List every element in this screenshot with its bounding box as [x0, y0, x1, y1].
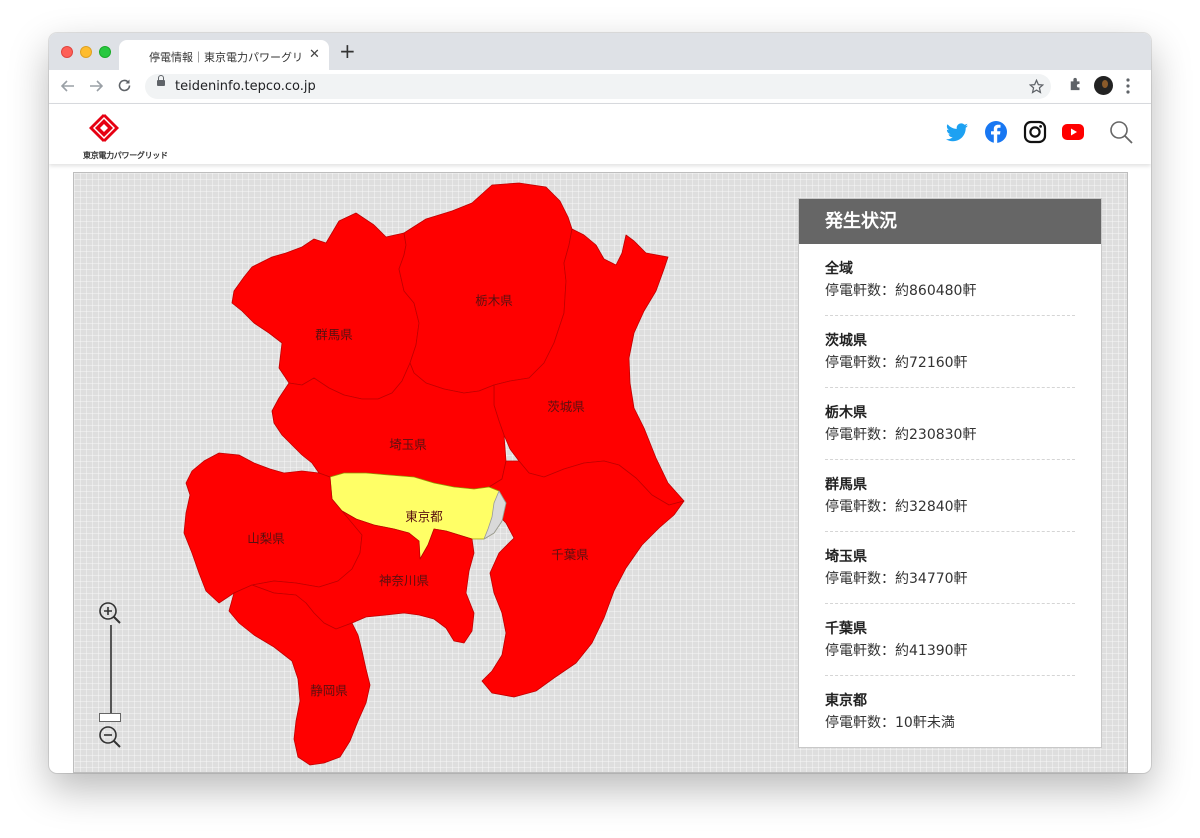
browser-toolbar: teideninfo.tepco.co.jp: [49, 70, 1151, 104]
status-entry-all[interactable]: 全域 停電軒数：約860480軒: [825, 244, 1075, 316]
entry-count: 停電軒数：約34770軒: [825, 571, 968, 587]
entry-name: 群馬県: [825, 477, 867, 493]
tepco-logo-icon: [89, 114, 119, 142]
search-icon[interactable]: [1109, 120, 1133, 144]
label-shizuoka: 静岡県: [310, 683, 348, 698]
entry-count: 停電軒数：約860480軒: [825, 283, 977, 299]
status-panel: 発生状況 全域 停電軒数：約860480軒 茨城県 停電軒数：約72160軒 栃…: [798, 198, 1102, 748]
label-gunma: 群馬県: [315, 327, 353, 342]
more-menu-icon[interactable]: [1126, 78, 1130, 94]
entry-name: 栃木県: [825, 405, 867, 421]
bookmark-star-icon[interactable]: [1029, 79, 1044, 94]
instagram-icon[interactable]: [1023, 120, 1047, 144]
zoom-slider-track[interactable]: [110, 625, 112, 717]
status-entry-chiba[interactable]: 千葉県 停電軒数：約41390軒: [825, 604, 1075, 676]
status-entry-ibaraki[interactable]: 茨城県 停電軒数：約72160軒: [825, 316, 1075, 388]
region-gunma[interactable]: [231, 212, 420, 400]
zoom-in-icon[interactable]: [98, 601, 122, 625]
label-kanagawa: 神奈川県: [379, 573, 429, 588]
entry-name: 茨城県: [825, 333, 867, 349]
twitter-icon[interactable]: [945, 120, 969, 144]
label-saitama: 埼玉県: [389, 437, 427, 452]
lock-icon: [157, 75, 165, 86]
entry-count: 停電軒数：約32840軒: [825, 499, 968, 515]
logo-text: 東京電力パワーグリッド: [83, 151, 168, 160]
url-text: teideninfo.tepco.co.jp: [175, 79, 316, 94]
status-list: 全域 停電軒数：約860480軒 茨城県 停電軒数：約72160軒 栃木県 停電…: [799, 244, 1101, 747]
entry-count: 停電軒数：10軒未満: [825, 715, 955, 731]
status-entry-saitama[interactable]: 埼玉県 停電軒数：約34770軒: [825, 532, 1075, 604]
label-tochigi: 栃木県: [475, 293, 513, 308]
entry-count: 停電軒数：約230830軒: [825, 427, 977, 443]
site-header: 東京電力パワーグリッド: [49, 104, 1151, 164]
zoom-out-icon[interactable]: [98, 725, 122, 749]
forward-arrow-icon[interactable]: [89, 79, 103, 93]
facebook-icon[interactable]: [984, 120, 1008, 144]
entry-count: 停電軒数：約41390軒: [825, 643, 968, 659]
region-chiba[interactable]: [481, 460, 685, 698]
reload-icon[interactable]: [117, 78, 132, 93]
entry-count: 停電軒数：約72160軒: [825, 355, 968, 371]
minimize-window-button[interactable]: [80, 46, 92, 58]
browser-window: 停電情報｜東京電力パワーグリッド ✕ + teideninfo.tepco.co…: [49, 33, 1151, 773]
label-tokyo: 東京都: [405, 509, 443, 524]
zoom-slider-handle[interactable]: [99, 713, 121, 722]
status-entry-tochigi[interactable]: 栃木県 停電軒数：約230830軒: [825, 388, 1075, 460]
zoom-control: [98, 601, 126, 751]
map-area: 栃木県 群馬県 茨城県 埼玉県 東京都 山梨県 千葉県 神奈川県 静岡県 発生状…: [73, 172, 1128, 773]
extensions-puzzle-icon[interactable]: [1069, 77, 1083, 91]
address-bar[interactable]: teideninfo.tepco.co.jp: [145, 74, 1051, 99]
active-tab[interactable]: 停電情報｜東京電力パワーグリッド ✕: [119, 40, 329, 70]
entry-name: 千葉県: [825, 621, 867, 637]
label-ibaraki: 茨城県: [547, 399, 585, 414]
status-entry-tokyo[interactable]: 東京都 停電軒数：10軒未満: [825, 676, 1075, 747]
label-yamanashi: 山梨県: [247, 531, 285, 546]
youtube-icon[interactable]: [1061, 120, 1085, 144]
entry-name: 埼玉県: [825, 549, 867, 565]
maximize-window-button[interactable]: [99, 46, 111, 58]
tab-strip: 停電情報｜東京電力パワーグリッド ✕ +: [49, 33, 1151, 70]
entry-name: 全域: [825, 261, 853, 277]
new-tab-button[interactable]: +: [339, 41, 356, 61]
label-chiba: 千葉県: [551, 547, 589, 562]
close-tab-icon[interactable]: ✕: [309, 47, 320, 62]
status-entry-gunma[interactable]: 群馬県 停電軒数：約32840軒: [825, 460, 1075, 532]
profile-avatar[interactable]: [1094, 76, 1113, 95]
entry-name: 東京都: [825, 693, 867, 709]
back-arrow-icon[interactable]: [61, 79, 75, 93]
tab-title: 停電情報｜東京電力パワーグリッド: [149, 51, 301, 64]
close-window-button[interactable]: [61, 46, 73, 58]
tepco-logo[interactable]: 東京電力パワーグリッド: [65, 110, 168, 160]
status-panel-title: 発生状況: [799, 199, 1101, 244]
